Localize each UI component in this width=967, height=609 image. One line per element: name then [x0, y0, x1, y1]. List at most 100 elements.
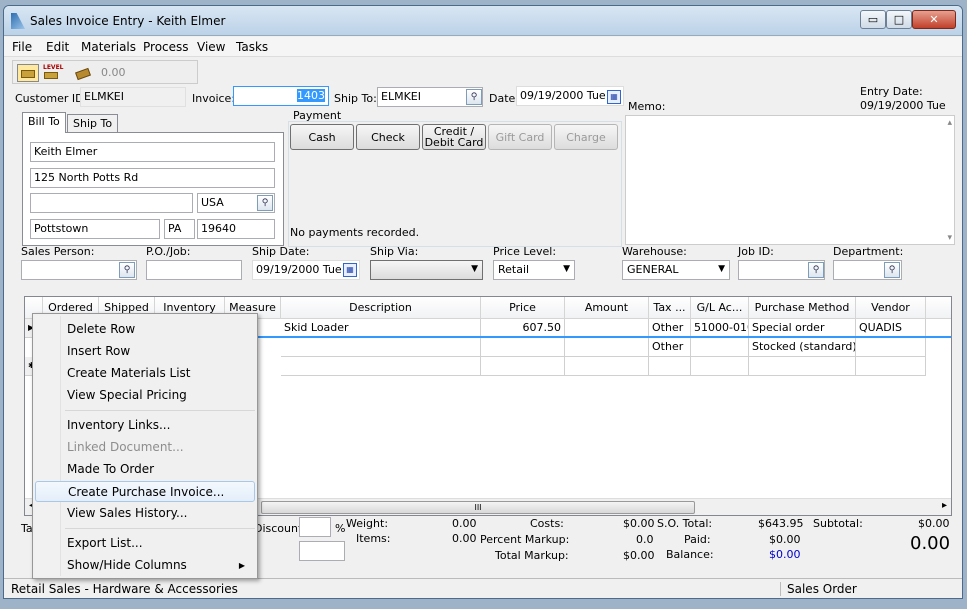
department-lookup-icon[interactable]: ⚲: [884, 262, 900, 278]
scroll-grip-icon: III: [474, 503, 482, 512]
check-button[interactable]: Check: [356, 124, 420, 150]
menu-item-export-list[interactable]: Export List...: [35, 533, 255, 554]
cell-vendor[interactable]: [856, 357, 926, 376]
credit-debit-button[interactable]: Credit / Debit Card: [422, 124, 486, 150]
customer-id-field[interactable]: ELMKEI: [80, 87, 186, 107]
po-job-field[interactable]: [146, 260, 242, 280]
cell-purchase-method[interactable]: Stocked (standard): [749, 338, 856, 357]
menu-item-view-sales-history[interactable]: View Sales History...: [35, 503, 255, 524]
ship-via-select[interactable]: ▼: [370, 260, 483, 280]
maximize-icon: □: [893, 13, 905, 26]
cell-description[interactable]: [281, 338, 481, 357]
bill-zip-field[interactable]: 19640: [197, 219, 275, 239]
cell-tax[interactable]: Other: [649, 338, 691, 357]
price-level-chevron-icon: ▼: [563, 264, 570, 274]
cell-gl-account[interactable]: [691, 338, 749, 357]
menu-edit[interactable]: Edit: [46, 40, 69, 54]
level-tool-button[interactable]: LEVEL: [41, 64, 64, 82]
invoice-field[interactable]: 1403: [233, 86, 329, 106]
level-tag-icon: [44, 72, 58, 79]
col-tax[interactable]: Tax ...: [649, 297, 691, 319]
maximize-button[interactable]: □: [886, 10, 912, 29]
menu-item-delete-row[interactable]: Delete Row: [35, 319, 255, 340]
menu-file[interactable]: File: [12, 40, 32, 54]
payment-status: No payments recorded.: [290, 226, 420, 239]
cash-button[interactable]: Cash: [290, 124, 354, 150]
menu-item-create-materials-list[interactable]: Create Materials List: [35, 363, 255, 384]
bill-address1-field[interactable]: 125 North Potts Rd: [30, 168, 275, 188]
cell-purchase-method[interactable]: [749, 357, 856, 376]
discount-field[interactable]: [299, 517, 331, 537]
cell-gl-account[interactable]: [691, 357, 749, 376]
invoice-value: 1403: [297, 89, 325, 102]
tab-ship-to[interactable]: Ship To: [67, 114, 119, 133]
menu-item-linked-document[interactable]: Linked Document...: [35, 437, 255, 458]
price-level-label: Price Level:: [493, 245, 557, 258]
weight-value: 0.00: [452, 517, 477, 530]
scrollbar-thumb[interactable]: III: [261, 501, 695, 514]
subtotal-value: $0.00: [918, 517, 950, 530]
cell-vendor[interactable]: [856, 338, 926, 357]
so-total-label: S.O. Total:: [657, 517, 713, 530]
memo-textarea[interactable]: ▴ ▾: [625, 115, 955, 245]
warehouse-select[interactable]: GENERAL ▼: [622, 260, 730, 280]
col-gl-account[interactable]: G/L Ac...: [691, 297, 749, 319]
tag-tool-button[interactable]: [17, 64, 39, 82]
tab-bill-to[interactable]: Bill To: [22, 112, 66, 133]
col-purchase-method[interactable]: Purchase Method: [749, 297, 856, 319]
cell-amount[interactable]: [565, 338, 649, 357]
cell-price[interactable]: [481, 357, 565, 376]
bill-address2-field[interactable]: [30, 193, 193, 213]
context-menu: Delete Row Insert Row Create Materials L…: [32, 313, 258, 579]
col-vendor[interactable]: Vendor: [856, 297, 926, 319]
gift-card-button[interactable]: Gift Card: [488, 124, 552, 150]
menu-item-insert-row[interactable]: Insert Row: [35, 341, 255, 362]
price-level-select[interactable]: Retail ▼: [493, 260, 575, 280]
status-left: Retail Sales - Hardware & Accessories: [11, 582, 238, 596]
cell-amount[interactable]: [565, 357, 649, 376]
menu-item-create-purchase-invoice[interactable]: Create Purchase Invoice...: [35, 481, 255, 502]
ship-date-calendar-icon[interactable]: ▦: [343, 263, 357, 277]
close-button[interactable]: ✕: [912, 10, 956, 29]
cell-tax[interactable]: [649, 357, 691, 376]
menu-materials[interactable]: Materials: [81, 40, 136, 54]
col-amount[interactable]: Amount: [565, 297, 649, 319]
warehouse-label: Warehouse:: [622, 245, 687, 258]
date-calendar-icon[interactable]: ▦: [607, 90, 621, 104]
memo-scroll-down-icon[interactable]: ▾: [947, 233, 952, 243]
title-bar[interactable]: Sales Invoice Entry - Keith Elmer ▭ □ ✕: [4, 6, 962, 36]
percent-label: %: [335, 522, 346, 535]
submenu-arrow-icon: ▶: [238, 561, 245, 570]
minimize-button[interactable]: ▭: [860, 10, 886, 29]
sales-person-lookup-icon[interactable]: ⚲: [119, 262, 135, 278]
menu-item-made-to-order[interactable]: Made To Order: [35, 459, 255, 480]
menu-item-inventory-links[interactable]: Inventory Links...: [35, 415, 255, 436]
cell-price[interactable]: [481, 338, 565, 357]
discount-tool-button[interactable]: [73, 64, 95, 82]
charge-button[interactable]: Charge: [554, 124, 618, 150]
bill-state-field[interactable]: PA: [164, 219, 195, 239]
invoice-label: Invoice:: [192, 92, 236, 105]
ship-to-lookup-icon[interactable]: ⚲: [466, 89, 482, 105]
menu-process[interactable]: Process: [143, 40, 189, 54]
menu-separator: [65, 528, 255, 529]
menu-view[interactable]: View: [197, 40, 225, 54]
toolbar-value: 0.00: [101, 66, 126, 79]
job-id-lookup-icon[interactable]: ⚲: [808, 262, 824, 278]
total-markup-value: $0.00: [623, 549, 655, 562]
country-lookup-icon[interactable]: ⚲: [257, 195, 273, 211]
memo-scroll-up-icon[interactable]: ▴: [947, 118, 952, 128]
cell-description[interactable]: [281, 357, 481, 376]
bill-name-field[interactable]: Keith Elmer: [30, 142, 275, 162]
paid-label: Paid:: [684, 533, 711, 546]
ship-to-label: Ship To:: [334, 92, 377, 105]
so-total-value: $643.95: [758, 517, 804, 530]
menu-item-view-special-pricing[interactable]: View Special Pricing: [35, 385, 255, 406]
bill-city-field[interactable]: Pottstown: [30, 219, 160, 239]
col-price[interactable]: Price: [481, 297, 565, 319]
menu-item-show-hide-columns[interactable]: Show/Hide Columns ▶: [35, 555, 255, 576]
scroll-right-icon[interactable]: ▸: [942, 500, 947, 511]
col-description[interactable]: Description: [281, 297, 481, 319]
discount-amount-field[interactable]: [299, 541, 345, 561]
menu-tasks[interactable]: Tasks: [236, 40, 268, 54]
